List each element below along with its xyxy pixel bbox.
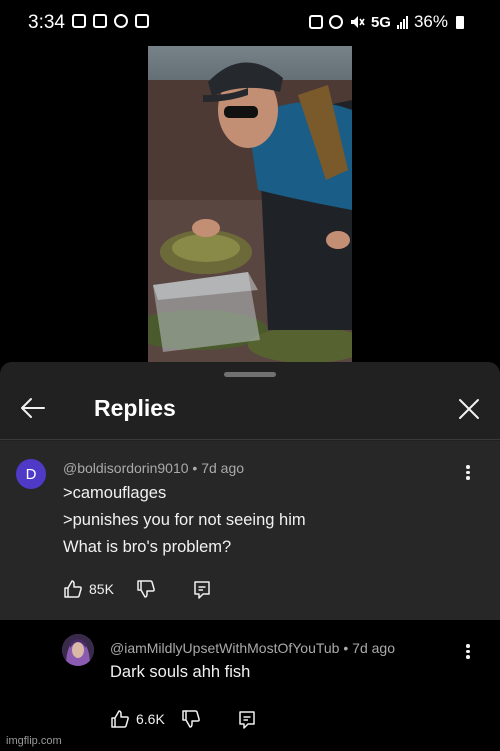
meta-separator: • [192, 460, 202, 476]
avatar[interactable]: D [16, 459, 46, 489]
reply-actions: 6.6K [110, 709, 257, 729]
comment-author[interactable]: @boldisordorin9010 [63, 460, 189, 476]
parent-comment: D @boldisordorin9010 • 7d ago >camouflag… [0, 441, 500, 620]
close-icon[interactable] [458, 398, 480, 420]
battery-percent: 36% [413, 12, 448, 31]
comment-age: 7d ago [201, 460, 245, 476]
comment-text-line: >camouflages [63, 484, 167, 502]
signal-icon [396, 15, 408, 29]
avatar[interactable] [62, 634, 94, 666]
replies-sheet: Replies D @boldisordorin9010 • 7d ago >c… [0, 362, 500, 751]
avatar-image [62, 634, 94, 666]
reply-meta: @iamMildlyUpsetWithMostOfYouTub • 7d ago [110, 640, 395, 656]
status-time: 3:34 [28, 12, 65, 33]
status-bar: 3:34 5G 36% [0, 0, 500, 46]
sheet-header: Replies [0, 380, 500, 440]
battery-saver-icon [308, 15, 323, 29]
reply-age: 7d ago [352, 640, 395, 656]
sheet-title: Replies [94, 395, 176, 421]
mute-icon [350, 16, 365, 28]
dislike-icon[interactable] [136, 579, 156, 599]
like-icon[interactable] [63, 579, 83, 599]
alarm-icon [114, 14, 128, 28]
reply-author[interactable]: @iamMildlyUpsetWithMostOfYouTub [110, 640, 339, 656]
comment-text-line: >punishes you for not seeing him [63, 511, 306, 529]
video-player[interactable] [0, 0, 500, 362]
video-thumbnail [148, 0, 352, 362]
reply-icon[interactable] [237, 709, 257, 729]
notification-icons [72, 14, 149, 28]
dislike-icon[interactable] [181, 709, 201, 729]
more-options-icon[interactable] [461, 642, 475, 664]
comment-actions: 85K [63, 579, 212, 599]
more-options-icon[interactable] [461, 463, 475, 485]
comment-meta: @boldisordorin9010 • 7d ago [63, 460, 244, 476]
comment-text-line: What is bro's problem? [63, 538, 232, 556]
reply-text: Dark souls ahh fish [110, 663, 251, 681]
like-icon[interactable] [110, 709, 130, 729]
reply-comment: @iamMildlyUpsetWithMostOfYouTub • 7d ago… [0, 620, 500, 751]
image-icon [135, 14, 149, 28]
status-right: 5G 36% [308, 12, 464, 32]
like-count: 6.6K [136, 711, 165, 727]
drag-handle[interactable] [224, 372, 276, 377]
meta-separator: • [343, 640, 353, 656]
twitch-icon [93, 14, 107, 28]
video-frame [148, 0, 352, 362]
twitch-icon [72, 14, 86, 28]
battery-icon [456, 15, 464, 29]
network-type: 5G [370, 13, 391, 31]
back-arrow-icon[interactable] [18, 396, 48, 420]
watermark: imgflip.com [6, 735, 62, 747]
reply-icon[interactable] [192, 579, 212, 599]
alarm-icon [328, 15, 343, 29]
like-count: 85K [89, 581, 114, 597]
